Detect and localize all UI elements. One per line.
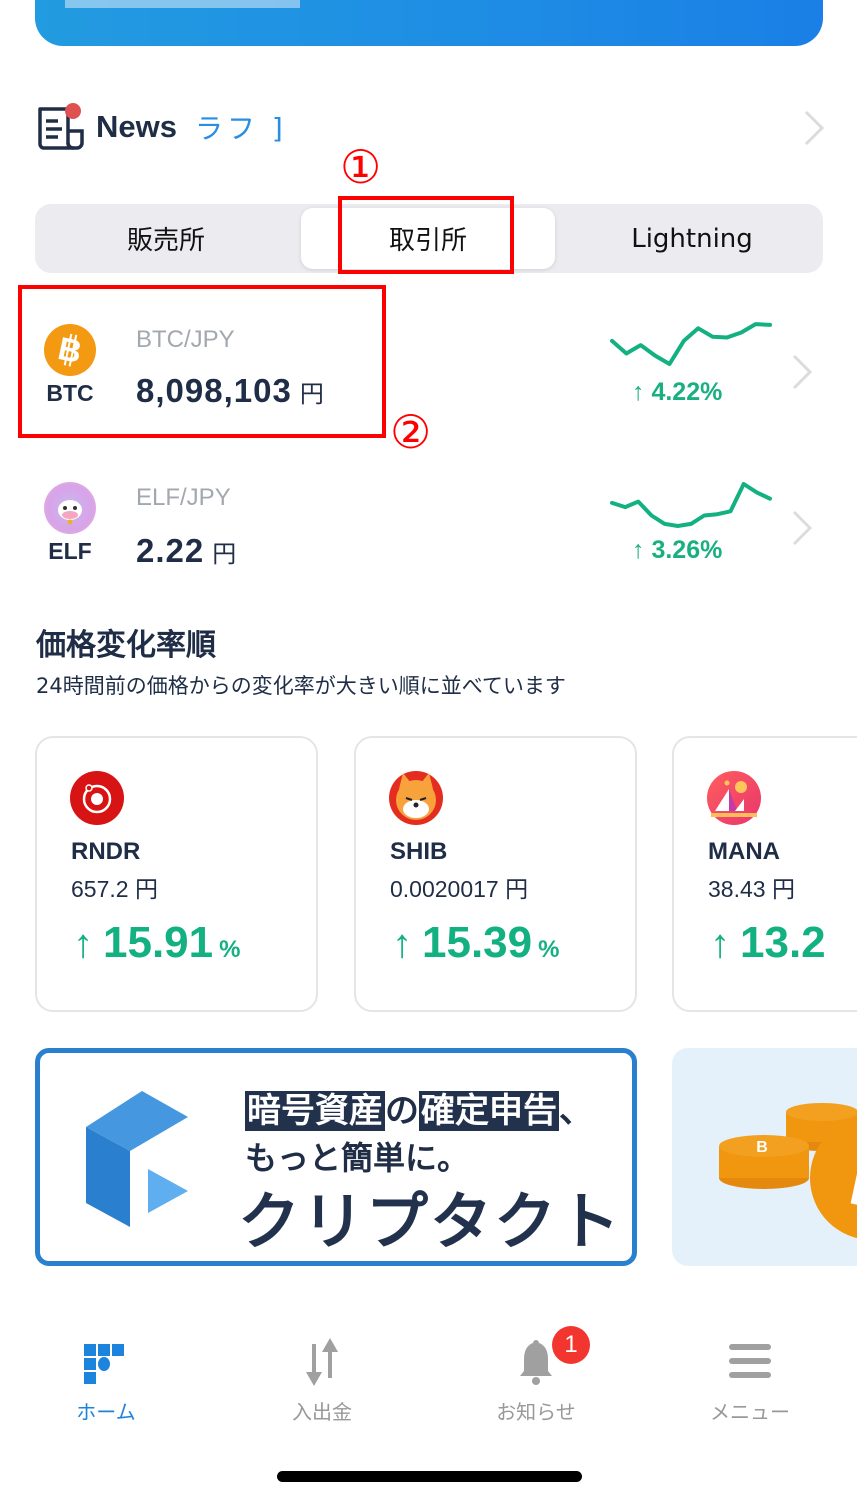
chevron-right-icon bbox=[790, 352, 814, 396]
ad-headline-part: 、 bbox=[559, 1091, 593, 1131]
home-icon bbox=[78, 1334, 134, 1390]
elf-logo-icon bbox=[44, 482, 96, 534]
tab-label: 販売所 bbox=[126, 226, 205, 256]
tab-notifications[interactable]: お知らせ bbox=[456, 1320, 616, 1430]
sparkline-elf bbox=[610, 482, 772, 528]
change-value: 15.91 bbox=[103, 918, 214, 967]
transfer-icon bbox=[294, 1334, 350, 1390]
annotation-marker-1: ① bbox=[340, 140, 382, 194]
change-percent: ↑ 4.22% bbox=[632, 378, 723, 406]
ranking-card-shib[interactable]: SHIB 0.0020017 円 ↑ 15.39% bbox=[354, 736, 637, 1012]
price-value: 2.22 bbox=[136, 532, 205, 569]
home-indicator[interactable] bbox=[277, 1471, 582, 1482]
rndr-logo-icon bbox=[70, 771, 124, 825]
card-symbol: RNDR bbox=[71, 838, 141, 865]
chevron-right-icon bbox=[790, 508, 814, 552]
bottom-tab-bar: ホーム 入出金 お知らせ メニュー bbox=[0, 1320, 857, 1430]
change-percent: ↑ 3.26% bbox=[632, 536, 723, 564]
change-value: 4.22% bbox=[651, 378, 723, 406]
tab-deposit-withdraw[interactable]: 入出金 bbox=[242, 1320, 402, 1430]
banner-progress-bar bbox=[65, 0, 300, 8]
tab-label: Lightning bbox=[631, 223, 753, 254]
card-symbol: SHIB bbox=[390, 838, 448, 865]
sparkline-path bbox=[610, 482, 772, 528]
menu-icon bbox=[722, 1334, 778, 1390]
ranking-card-rndr[interactable]: RNDR 657.2 円 ↑ 15.91% bbox=[35, 736, 318, 1012]
news-ticker-text[interactable]: ラフ ] bbox=[195, 107, 287, 147]
arrow-up-icon: ↑ bbox=[710, 922, 730, 966]
sparkline-path bbox=[610, 322, 772, 366]
annotation-box-2 bbox=[18, 285, 386, 438]
notification-badge: 1 bbox=[552, 1326, 590, 1364]
chevron-right-icon[interactable] bbox=[802, 108, 826, 152]
card-change: ↑ 15.39% bbox=[392, 918, 559, 968]
card-symbol: MANA bbox=[708, 838, 780, 865]
news-row[interactable]: News ラフ ] bbox=[36, 100, 826, 154]
annotation-marker-2: ② bbox=[390, 405, 432, 459]
coin-price: 2.22 円 bbox=[136, 532, 237, 570]
tab-label: 入出金 bbox=[292, 1400, 352, 1424]
ranking-card-mana[interactable]: MANA 38.43 円 ↑ 13.2 bbox=[672, 736, 857, 1012]
arrow-up-icon: ↑ bbox=[392, 922, 412, 966]
top-banner[interactable] bbox=[35, 0, 823, 46]
percent-unit: % bbox=[219, 936, 241, 963]
tab-menu[interactable]: メニュー bbox=[670, 1320, 830, 1430]
ad-brand-name: クリプタクト bbox=[238, 1185, 623, 1258]
change-value: 15.39 bbox=[422, 918, 533, 967]
tab-lightning[interactable]: Lightning bbox=[561, 204, 823, 273]
tab-label: ホーム bbox=[76, 1400, 136, 1424]
ad-headline: 暗号資産の確定申告、 bbox=[245, 1083, 593, 1132]
annotation-box-1 bbox=[338, 196, 514, 274]
card-price: 38.43 円 bbox=[708, 876, 795, 902]
card-price: 657.2 円 bbox=[71, 876, 158, 902]
mana-logo-icon bbox=[707, 771, 761, 825]
sparkline-btc bbox=[610, 322, 772, 366]
tab-hanbaijo[interactable]: 販売所 bbox=[35, 204, 297, 273]
card-change: ↑ 13.2 bbox=[710, 918, 832, 968]
card-change: ↑ 15.91% bbox=[73, 918, 240, 968]
arrow-up-icon: ↑ bbox=[73, 922, 93, 966]
bitcoin-coins-icon: B B bbox=[719, 1103, 857, 1239]
news-title: News bbox=[96, 109, 177, 144]
change-value: 3.26% bbox=[651, 536, 723, 564]
ad-headline-part: の bbox=[385, 1091, 419, 1131]
ad-headline-part: 確定申告 bbox=[419, 1091, 559, 1131]
change-value: 13.2 bbox=[740, 918, 826, 967]
market-row-elf[interactable]: ELF ELF/JPY 2.22 円 ↑ 3.26% bbox=[0, 460, 857, 600]
svg-text:B: B bbox=[756, 1139, 768, 1156]
cryptact-logo-icon bbox=[86, 1091, 188, 1227]
tab-label: メニュー bbox=[710, 1400, 790, 1424]
percent-unit: % bbox=[538, 936, 560, 963]
section-title: 価格変化率順 bbox=[36, 628, 216, 663]
cryptact-ad-banner[interactable]: 暗号資産の確定申告、 もっと簡単に。 クリプタクト bbox=[35, 1048, 637, 1266]
section-subtitle: 24時間前の価格からの変化率が大きい順に並べています bbox=[36, 674, 566, 698]
card-price: 0.0020017 円 bbox=[390, 876, 529, 902]
coin-symbol: ELF bbox=[48, 538, 92, 564]
ad-headline-part: 暗号資産 bbox=[245, 1091, 385, 1131]
tab-label: お知らせ bbox=[496, 1400, 576, 1424]
news-icon bbox=[36, 103, 86, 151]
bitcoin-coins-ad-banner[interactable]: B B bbox=[672, 1048, 857, 1266]
coin-pair: ELF/JPY bbox=[136, 484, 231, 511]
shib-logo-icon bbox=[389, 771, 443, 825]
currency-unit: 円 bbox=[212, 541, 238, 568]
tab-home[interactable]: ホーム bbox=[26, 1320, 186, 1430]
